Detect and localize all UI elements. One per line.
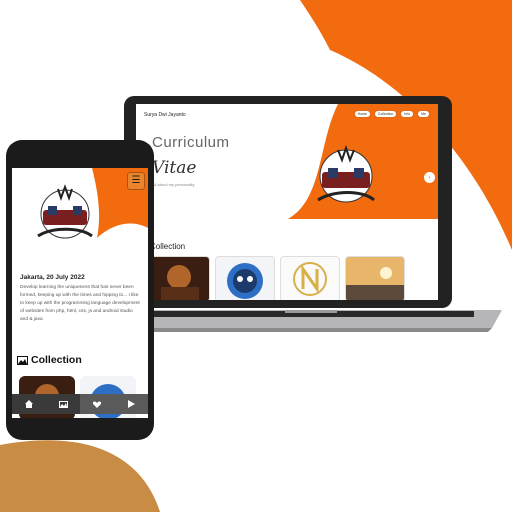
- collection-cards: [150, 256, 405, 300]
- phone-screen: ☰ Jakarta, 20 July 2022 Develop learning…: [12, 168, 148, 418]
- about-paragraph: Develop learning the uniqueness that has…: [20, 285, 140, 322]
- play-icon: [127, 400, 135, 408]
- image-icon: [58, 400, 68, 408]
- nav-info[interactable]: Info: [400, 110, 415, 118]
- bottom-nav-gallery[interactable]: [46, 394, 80, 414]
- collection-card-3[interactable]: [280, 256, 340, 300]
- collection-card-4[interactable]: [345, 256, 405, 300]
- site-brand[interactable]: Surya Dwi Jayanto: [144, 112, 186, 118]
- brand-logo-image: [317, 144, 376, 203]
- laptop-screen: Surya Dwi Jayanto Home Collection Info M…: [136, 104, 438, 300]
- hero-title-line1: Curriculum: [152, 134, 230, 151]
- bottom-nav-home[interactable]: [12, 394, 46, 414]
- home-icon: [25, 400, 33, 408]
- post-date: Jakarta, 20 July 2022: [20, 274, 85, 281]
- hero-title-line2: Vitae: [152, 158, 197, 178]
- image-icon: [17, 355, 28, 365]
- collection-card-1[interactable]: [150, 256, 210, 300]
- nav-home[interactable]: Home: [353, 110, 371, 118]
- menu-button[interactable]: ☰: [127, 172, 145, 190]
- phone-collection-label: Collection: [31, 354, 82, 366]
- collection-card-2[interactable]: [215, 256, 275, 300]
- laptop-keyboard-base: [120, 310, 502, 332]
- collection-heading: Collection: [150, 242, 186, 251]
- hero-subtitle: All about my personality: [152, 182, 195, 187]
- heart-icon: [93, 400, 101, 408]
- bottom-nav-favorite[interactable]: [80, 394, 114, 414]
- phone-brand-logo-image: [37, 184, 93, 239]
- hero-next-button[interactable]: ›: [424, 172, 435, 183]
- nav-me[interactable]: Me: [417, 110, 430, 118]
- bottom-nav-play[interactable]: [114, 394, 148, 414]
- phone-collection-heading: Collection: [17, 354, 82, 366]
- phone-bottom-nav: [12, 394, 148, 414]
- nav-collection[interactable]: Collection: [373, 110, 398, 118]
- site-nav: Home Collection Info Me: [353, 110, 430, 118]
